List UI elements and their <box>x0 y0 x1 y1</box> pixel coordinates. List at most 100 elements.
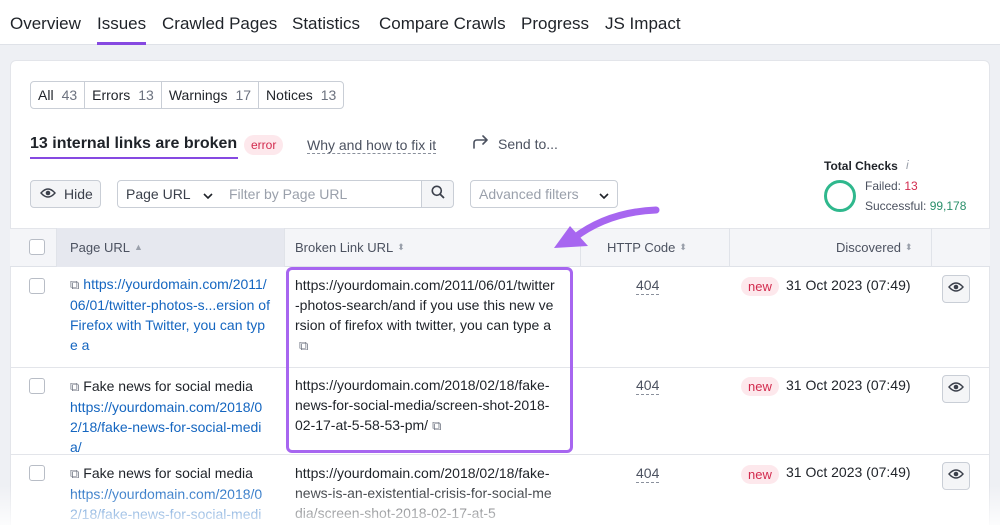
discovered-date: 31 Oct 2023 (07:49) <box>786 377 911 393</box>
table-row-page-url[interactable]: ⧉ Fake news for social media https://your… <box>70 376 272 457</box>
filter-notices-count: 13 <box>320 87 337 103</box>
view-details-button[interactable] <box>942 375 970 403</box>
external-link-icon[interactable]: ⧉ <box>299 338 308 353</box>
filter-notices[interactable]: Notices 13 <box>259 82 343 108</box>
column-divider <box>580 228 581 267</box>
tab-statistics[interactable]: Statistics <box>292 14 360 34</box>
filter-notices-label: Notices <box>266 87 313 103</box>
discovered-date: 31 Oct 2023 (07:49) <box>786 277 911 293</box>
new-badge: new <box>741 277 779 296</box>
col-header-http-code[interactable]: HTTP Code ⬍ <box>607 240 687 255</box>
broken-link-url: https://yourdomain.com/2018/02/18/fake-n… <box>295 463 557 523</box>
page-title: Fake news for social media <box>83 465 253 481</box>
page-url-filter-input[interactable] <box>221 180 422 208</box>
tab-crawled-pages[interactable]: Crawled Pages <box>162 14 277 34</box>
table-row-page-url[interactable]: ⧉ Fake news for social media https://your… <box>70 463 272 525</box>
filter-warnings[interactable]: Warnings 17 <box>162 82 260 108</box>
column-divider <box>729 228 730 267</box>
page-url-link[interactable]: https://yourdomain.com/2018/02/18/fake-n… <box>70 399 262 455</box>
failed-checks: Failed: 13 <box>865 179 918 193</box>
tab-compare-crawls[interactable]: Compare Crawls <box>379 14 506 34</box>
checks-ring-icon <box>824 180 856 212</box>
eye-icon <box>948 467 964 485</box>
external-link-icon[interactable]: ⧉ <box>70 277 79 292</box>
select-all-checkbox[interactable] <box>29 239 45 255</box>
row-checkbox[interactable] <box>29 465 45 481</box>
tab-js-impact[interactable]: JS Impact <box>605 14 681 34</box>
eye-icon <box>948 380 964 398</box>
column-divider <box>56 228 57 267</box>
row-divider <box>10 454 990 455</box>
discovered-date: 31 Oct 2023 (07:49) <box>786 464 911 480</box>
eye-icon <box>948 280 964 298</box>
http-code[interactable]: 404 <box>636 465 660 483</box>
col-header-broken-link-url[interactable]: Broken Link URL ⬍ <box>295 240 405 255</box>
view-details-button[interactable] <box>942 275 970 303</box>
filter-errors[interactable]: Errors 13 <box>85 82 162 108</box>
external-link-icon[interactable]: ⧉ <box>432 418 441 433</box>
http-code[interactable]: 404 <box>636 277 660 295</box>
col-header-page-url[interactable]: Page URL ▲ <box>70 240 143 255</box>
page-url-link[interactable]: https://yourdomain.com/2018/02/18/fake-n… <box>70 486 262 525</box>
search-icon <box>431 185 445 204</box>
filter-all-label: All <box>38 87 54 103</box>
issue-title[interactable]: 13 internal links are broken <box>30 135 239 159</box>
filter-all[interactable]: All 43 <box>31 82 86 108</box>
issue-type-filter: All 43 Errors 13 Warnings 17 Notices 13 <box>30 81 345 109</box>
broken-link-text: https://yourdomain.com/2018/02/18/fake-n… <box>295 377 550 433</box>
share-arrow-icon <box>472 135 490 152</box>
chevron-down-icon <box>599 186 609 202</box>
failed-value: 13 <box>904 179 918 193</box>
tab-issues[interactable]: Issues <box>97 14 147 45</box>
col-header-discovered[interactable]: Discovered ⬍ <box>836 240 913 255</box>
broken-link-text: https://yourdomain.com/2018/02/18/fake-n… <box>295 465 552 521</box>
error-badge: error <box>244 135 284 155</box>
filter-warnings-label: Warnings <box>168 87 228 103</box>
chevron-down-icon <box>203 186 213 202</box>
new-badge: new <box>741 377 779 396</box>
successful-value: 99,178 <box>929 199 967 213</box>
col-header-discovered-label: Discovered <box>836 240 902 255</box>
sort-icon: ⬍ <box>679 242 687 252</box>
external-link-icon[interactable]: ⧉ <box>70 466 79 481</box>
http-code[interactable]: 404 <box>636 377 660 395</box>
advanced-filters-label: Advanced filters <box>479 186 579 202</box>
filter-all-count: 43 <box>61 87 78 103</box>
table-row-page-url[interactable]: ⧉ https://yourdomain.com/2011/06/01/twitt… <box>70 274 272 355</box>
row-divider <box>10 367 990 368</box>
column-divider <box>284 228 285 267</box>
broken-link-text: https://yourdomain.com/2011/06/01/twitte… <box>295 277 555 333</box>
tab-progress[interactable]: Progress <box>521 14 589 34</box>
send-to-button[interactable]: Send to... <box>472 135 558 152</box>
external-link-icon[interactable]: ⧉ <box>70 379 79 394</box>
eye-icon <box>40 186 56 202</box>
filter-field-value: Page URL <box>126 186 191 202</box>
successful-label: Successful: <box>865 199 927 213</box>
failed-label: Failed: <box>865 179 902 193</box>
row-checkbox[interactable] <box>29 278 45 294</box>
filter-errors-count: 13 <box>138 87 154 103</box>
hide-button[interactable]: Hide <box>30 180 101 208</box>
col-header-code-label: HTTP Code <box>607 240 676 255</box>
page-title: Fake news for social media <box>83 378 253 394</box>
col-header-broken-label: Broken Link URL <box>295 240 394 255</box>
sort-icon: ▲ <box>133 242 143 252</box>
how-to-fix-link[interactable]: Why and how to fix it <box>307 137 437 154</box>
successful-checks: Successful: 99,178 <box>865 199 966 213</box>
filter-warnings-count: 17 <box>235 87 252 103</box>
page-url-link[interactable]: https://yourdomain.com/2011/06/01/twitte… <box>70 276 270 353</box>
col-header-page-url-label: Page URL <box>70 240 130 255</box>
search-button[interactable] <box>421 180 454 208</box>
column-divider <box>931 228 932 267</box>
hide-label: Hide <box>64 186 93 202</box>
info-icon[interactable]: i <box>906 158 909 172</box>
new-badge: new <box>741 465 779 484</box>
sort-icon: ⬍ <box>905 242 913 252</box>
row-checkbox[interactable] <box>29 378 45 394</box>
view-details-button[interactable] <box>942 462 970 490</box>
broken-link-url: https://yourdomain.com/2018/02/18/fake-n… <box>295 375 557 436</box>
top-nav: Overview Issues Crawled Pages Statistics… <box>0 0 1000 45</box>
advanced-filters-dropdown[interactable]: Advanced filters <box>470 180 618 208</box>
tab-overview[interactable]: Overview <box>10 14 81 34</box>
filter-field-select[interactable]: Page URL <box>117 180 222 208</box>
